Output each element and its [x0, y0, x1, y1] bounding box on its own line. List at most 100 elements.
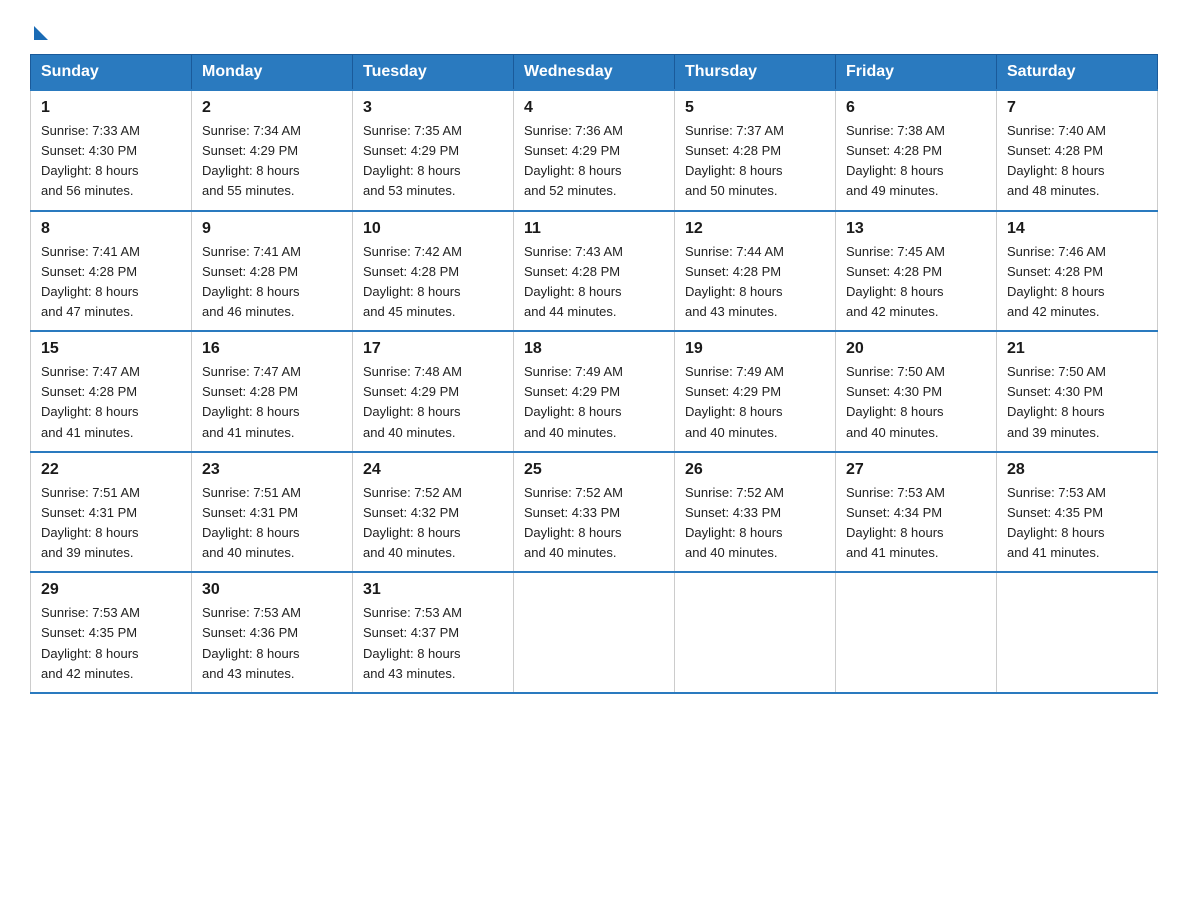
day-number: 17 — [363, 340, 503, 358]
calendar-week-row: 8 Sunrise: 7:41 AMSunset: 4:28 PMDaylight… — [31, 211, 1158, 332]
calendar-table: SundayMondayTuesdayWednesdayThursdayFrid… — [30, 54, 1158, 694]
day-number: 29 — [41, 581, 181, 599]
day-number: 7 — [1007, 99, 1147, 117]
day-number: 14 — [1007, 220, 1147, 238]
day-info: Sunrise: 7:50 AMSunset: 4:30 PMDaylight:… — [1007, 362, 1147, 443]
day-number: 5 — [685, 99, 825, 117]
calendar-cell: 22 Sunrise: 7:51 AMSunset: 4:31 PMDayligh… — [31, 452, 192, 573]
calendar-cell: 2Sunrise: 7:34 AMSunset: 4:29 PMDaylight… — [192, 90, 353, 211]
day-header-saturday: Saturday — [997, 55, 1158, 91]
calendar-week-row: 1 Sunrise: 7:33 AMSunset: 4:30 PMDaylight… — [31, 90, 1158, 211]
day-info: Sunrise: 7:38 AMSunset: 4:28 PMDaylight:… — [846, 121, 986, 202]
day-number: 19 — [685, 340, 825, 358]
day-info: Sunrise: 7:41 AMSunset: 4:28 PMDaylight:… — [202, 242, 342, 323]
day-info: Sunrise: 7:41 AMSunset: 4:28 PMDaylight:… — [41, 242, 181, 323]
calendar-cell: 5Sunrise: 7:37 AMSunset: 4:28 PMDaylight… — [675, 90, 836, 211]
calendar-cell — [675, 572, 836, 693]
logo-arrow-icon — [34, 26, 48, 40]
calendar-week-row: 15 Sunrise: 7:47 AMSunset: 4:28 PMDayligh… — [31, 331, 1158, 452]
day-info: Sunrise: 7:49 AMSunset: 4:29 PMDaylight:… — [685, 362, 825, 443]
day-info: Sunrise: 7:53 AMSunset: 4:35 PMDaylight:… — [1007, 483, 1147, 564]
day-number: 11 — [524, 220, 664, 238]
page-header — [30, 20, 1158, 36]
calendar-header-row: SundayMondayTuesdayWednesdayThursdayFrid… — [31, 55, 1158, 91]
day-header-friday: Friday — [836, 55, 997, 91]
day-number: 15 — [41, 340, 181, 358]
calendar-cell: 9 Sunrise: 7:41 AMSunset: 4:28 PMDaylight… — [192, 211, 353, 332]
day-info: Sunrise: 7:52 AMSunset: 4:33 PMDaylight:… — [524, 483, 664, 564]
day-info: Sunrise: 7:50 AMSunset: 4:30 PMDaylight:… — [846, 362, 986, 443]
day-number: 22 — [41, 461, 181, 479]
day-info: Sunrise: 7:53 AMSunset: 4:36 PMDaylight:… — [202, 603, 342, 684]
day-number: 28 — [1007, 461, 1147, 479]
calendar-cell: 20Sunrise: 7:50 AMSunset: 4:30 PMDayligh… — [836, 331, 997, 452]
calendar-cell: 29 Sunrise: 7:53 AMSunset: 4:35 PMDayligh… — [31, 572, 192, 693]
calendar-cell: 19 Sunrise: 7:49 AMSunset: 4:29 PMDayligh… — [675, 331, 836, 452]
day-info: Sunrise: 7:44 AMSunset: 4:28 PMDaylight:… — [685, 242, 825, 323]
day-number: 24 — [363, 461, 503, 479]
day-number: 30 — [202, 581, 342, 599]
logo — [30, 20, 48, 36]
day-number: 1 — [41, 99, 181, 117]
day-info: Sunrise: 7:40 AMSunset: 4:28 PMDaylight:… — [1007, 121, 1147, 202]
calendar-cell: 24 Sunrise: 7:52 AMSunset: 4:32 PMDayligh… — [353, 452, 514, 573]
day-header-wednesday: Wednesday — [514, 55, 675, 91]
day-info: Sunrise: 7:48 AMSunset: 4:29 PMDaylight:… — [363, 362, 503, 443]
day-info: Sunrise: 7:47 AMSunset: 4:28 PMDaylight:… — [202, 362, 342, 443]
day-info: Sunrise: 7:52 AMSunset: 4:33 PMDaylight:… — [685, 483, 825, 564]
calendar-cell: 16 Sunrise: 7:47 AMSunset: 4:28 PMDayligh… — [192, 331, 353, 452]
calendar-cell: 15 Sunrise: 7:47 AMSunset: 4:28 PMDayligh… — [31, 331, 192, 452]
day-number: 25 — [524, 461, 664, 479]
calendar-cell: 1 Sunrise: 7:33 AMSunset: 4:30 PMDaylight… — [31, 90, 192, 211]
calendar-cell: 10 Sunrise: 7:42 AMSunset: 4:28 PMDayligh… — [353, 211, 514, 332]
calendar-cell: 31 Sunrise: 7:53 AMSunset: 4:37 PMDayligh… — [353, 572, 514, 693]
calendar-cell: 7 Sunrise: 7:40 AMSunset: 4:28 PMDaylight… — [997, 90, 1158, 211]
calendar-cell: 26Sunrise: 7:52 AMSunset: 4:33 PMDayligh… — [675, 452, 836, 573]
day-info: Sunrise: 7:53 AMSunset: 4:37 PMDaylight:… — [363, 603, 503, 684]
calendar-cell: 30 Sunrise: 7:53 AMSunset: 4:36 PMDayligh… — [192, 572, 353, 693]
calendar-week-row: 22 Sunrise: 7:51 AMSunset: 4:31 PMDayligh… — [31, 452, 1158, 573]
calendar-cell: 21Sunrise: 7:50 AMSunset: 4:30 PMDayligh… — [997, 331, 1158, 452]
calendar-cell: 25 Sunrise: 7:52 AMSunset: 4:33 PMDayligh… — [514, 452, 675, 573]
day-header-tuesday: Tuesday — [353, 55, 514, 91]
calendar-cell: 6Sunrise: 7:38 AMSunset: 4:28 PMDaylight… — [836, 90, 997, 211]
calendar-cell: 3Sunrise: 7:35 AMSunset: 4:29 PMDaylight… — [353, 90, 514, 211]
day-info: Sunrise: 7:36 AMSunset: 4:29 PMDaylight:… — [524, 121, 664, 202]
day-header-sunday: Sunday — [31, 55, 192, 91]
day-info: Sunrise: 7:33 AMSunset: 4:30 PMDaylight:… — [41, 121, 181, 202]
calendar-week-row: 29 Sunrise: 7:53 AMSunset: 4:35 PMDayligh… — [31, 572, 1158, 693]
calendar-cell: 23 Sunrise: 7:51 AMSunset: 4:31 PMDayligh… — [192, 452, 353, 573]
day-number: 12 — [685, 220, 825, 238]
day-number: 4 — [524, 99, 664, 117]
day-number: 31 — [363, 581, 503, 599]
day-info: Sunrise: 7:43 AMSunset: 4:28 PMDaylight:… — [524, 242, 664, 323]
day-info: Sunrise: 7:45 AMSunset: 4:28 PMDaylight:… — [846, 242, 986, 323]
day-number: 13 — [846, 220, 986, 238]
day-info: Sunrise: 7:53 AMSunset: 4:35 PMDaylight:… — [41, 603, 181, 684]
calendar-cell: 8 Sunrise: 7:41 AMSunset: 4:28 PMDaylight… — [31, 211, 192, 332]
day-info: Sunrise: 7:51 AMSunset: 4:31 PMDaylight:… — [202, 483, 342, 564]
calendar-cell: 11 Sunrise: 7:43 AMSunset: 4:28 PMDayligh… — [514, 211, 675, 332]
day-info: Sunrise: 7:47 AMSunset: 4:28 PMDaylight:… — [41, 362, 181, 443]
day-number: 23 — [202, 461, 342, 479]
day-info: Sunrise: 7:46 AMSunset: 4:28 PMDaylight:… — [1007, 242, 1147, 323]
day-info: Sunrise: 7:52 AMSunset: 4:32 PMDaylight:… — [363, 483, 503, 564]
day-number: 18 — [524, 340, 664, 358]
day-number: 10 — [363, 220, 503, 238]
calendar-cell — [836, 572, 997, 693]
calendar-cell: 17 Sunrise: 7:48 AMSunset: 4:29 PMDayligh… — [353, 331, 514, 452]
calendar-cell: 18Sunrise: 7:49 AMSunset: 4:29 PMDayligh… — [514, 331, 675, 452]
calendar-cell: 14 Sunrise: 7:46 AMSunset: 4:28 PMDayligh… — [997, 211, 1158, 332]
day-header-monday: Monday — [192, 55, 353, 91]
calendar-cell — [514, 572, 675, 693]
day-number: 8 — [41, 220, 181, 238]
day-header-thursday: Thursday — [675, 55, 836, 91]
day-number: 16 — [202, 340, 342, 358]
day-info: Sunrise: 7:51 AMSunset: 4:31 PMDaylight:… — [41, 483, 181, 564]
calendar-cell — [997, 572, 1158, 693]
calendar-cell: 13 Sunrise: 7:45 AMSunset: 4:28 PMDayligh… — [836, 211, 997, 332]
calendar-cell: 4 Sunrise: 7:36 AMSunset: 4:29 PMDaylight… — [514, 90, 675, 211]
day-number: 2 — [202, 99, 342, 117]
day-info: Sunrise: 7:42 AMSunset: 4:28 PMDaylight:… — [363, 242, 503, 323]
day-number: 9 — [202, 220, 342, 238]
